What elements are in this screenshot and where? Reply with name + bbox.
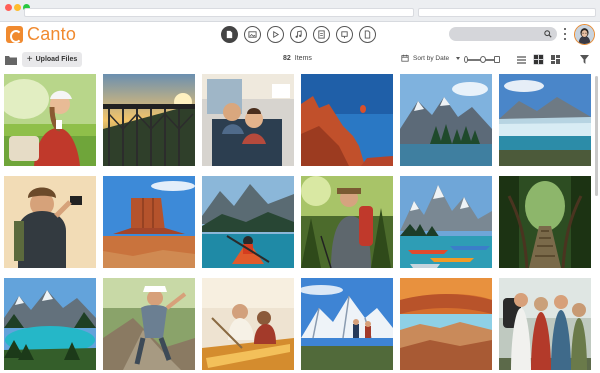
- asset-thumbnail[interactable]: [103, 74, 195, 166]
- asset-thumbnail[interactable]: [301, 176, 393, 268]
- sort-label: Sort by Date: [413, 54, 450, 62]
- chevron-down-icon: [456, 56, 461, 60]
- thumbnail-size-slider[interactable]: [464, 56, 500, 63]
- search-icon[interactable]: [544, 30, 552, 38]
- asset-thumbnail[interactable]: [400, 278, 492, 370]
- filter-icon[interactable]: [580, 55, 589, 64]
- user-avatar[interactable]: [574, 24, 595, 45]
- sort-dropdown[interactable]: Sort by Date: [401, 54, 461, 62]
- presentation-icon[interactable]: [336, 26, 353, 43]
- folder-icon[interactable]: [5, 55, 17, 65]
- asset-thumbnail[interactable]: [103, 278, 195, 370]
- asset-thumbnail[interactable]: [301, 74, 393, 166]
- app-search-input[interactable]: [449, 27, 557, 41]
- plus-icon: +: [26, 53, 33, 65]
- close-window-button[interactable]: [5, 4, 12, 11]
- other-file-icon[interactable]: [359, 26, 376, 43]
- image-icon[interactable]: [244, 26, 261, 43]
- file-icon[interactable]: [313, 26, 330, 43]
- asset-thumbnail[interactable]: [202, 176, 294, 268]
- app-logo[interactable]: Canto: [6, 24, 77, 44]
- address-bar[interactable]: [24, 8, 414, 17]
- app-header: Canto: [0, 22, 600, 48]
- more-menu-icon[interactable]: [564, 28, 567, 40]
- app-name: Canto: [27, 24, 77, 44]
- asset-grid: [4, 74, 591, 370]
- toolbar: + Upload Files 82 Items Sort by Date: [0, 50, 600, 70]
- asset-thumbnail[interactable]: [103, 176, 195, 268]
- minimize-window-button[interactable]: [14, 4, 21, 11]
- grid-scrollbar[interactable]: [594, 74, 599, 370]
- document-icon[interactable]: [221, 26, 238, 43]
- asset-thumbnail[interactable]: [400, 74, 492, 166]
- upload-files-button[interactable]: + Upload Files: [22, 52, 82, 67]
- view-switcher: [516, 54, 561, 65]
- calendar-icon: [401, 54, 409, 62]
- masonry-view-icon[interactable]: [550, 54, 561, 65]
- asset-thumbnail[interactable]: [400, 176, 492, 268]
- canto-logo-icon: [6, 26, 23, 43]
- upload-files-label: Upload Files: [35, 56, 78, 63]
- asset-thumbnail[interactable]: [499, 74, 591, 166]
- video-icon[interactable]: [267, 26, 284, 43]
- asset-thumbnail[interactable]: [4, 278, 96, 370]
- audio-icon[interactable]: [290, 26, 307, 43]
- file-type-nav: [221, 26, 376, 43]
- asset-thumbnail[interactable]: [4, 74, 96, 166]
- asset-thumbnail[interactable]: [202, 74, 294, 166]
- slider-handle[interactable]: [480, 56, 486, 63]
- browser-chrome: [0, 0, 600, 22]
- scrollbar-thumb[interactable]: [595, 76, 598, 196]
- asset-thumbnail[interactable]: [4, 176, 96, 268]
- asset-thumbnail[interactable]: [499, 176, 591, 268]
- asset-thumbnail[interactable]: [499, 278, 591, 370]
- grid-view-icon[interactable]: [533, 54, 544, 65]
- item-count-label: Items: [294, 55, 312, 62]
- browser-search-bar[interactable]: [418, 8, 596, 17]
- item-count-value: 82: [283, 55, 291, 62]
- asset-thumbnail[interactable]: [301, 278, 393, 370]
- list-view-icon[interactable]: [516, 54, 527, 65]
- asset-thumbnail[interactable]: [202, 278, 294, 370]
- item-count: 82 Items: [283, 55, 312, 62]
